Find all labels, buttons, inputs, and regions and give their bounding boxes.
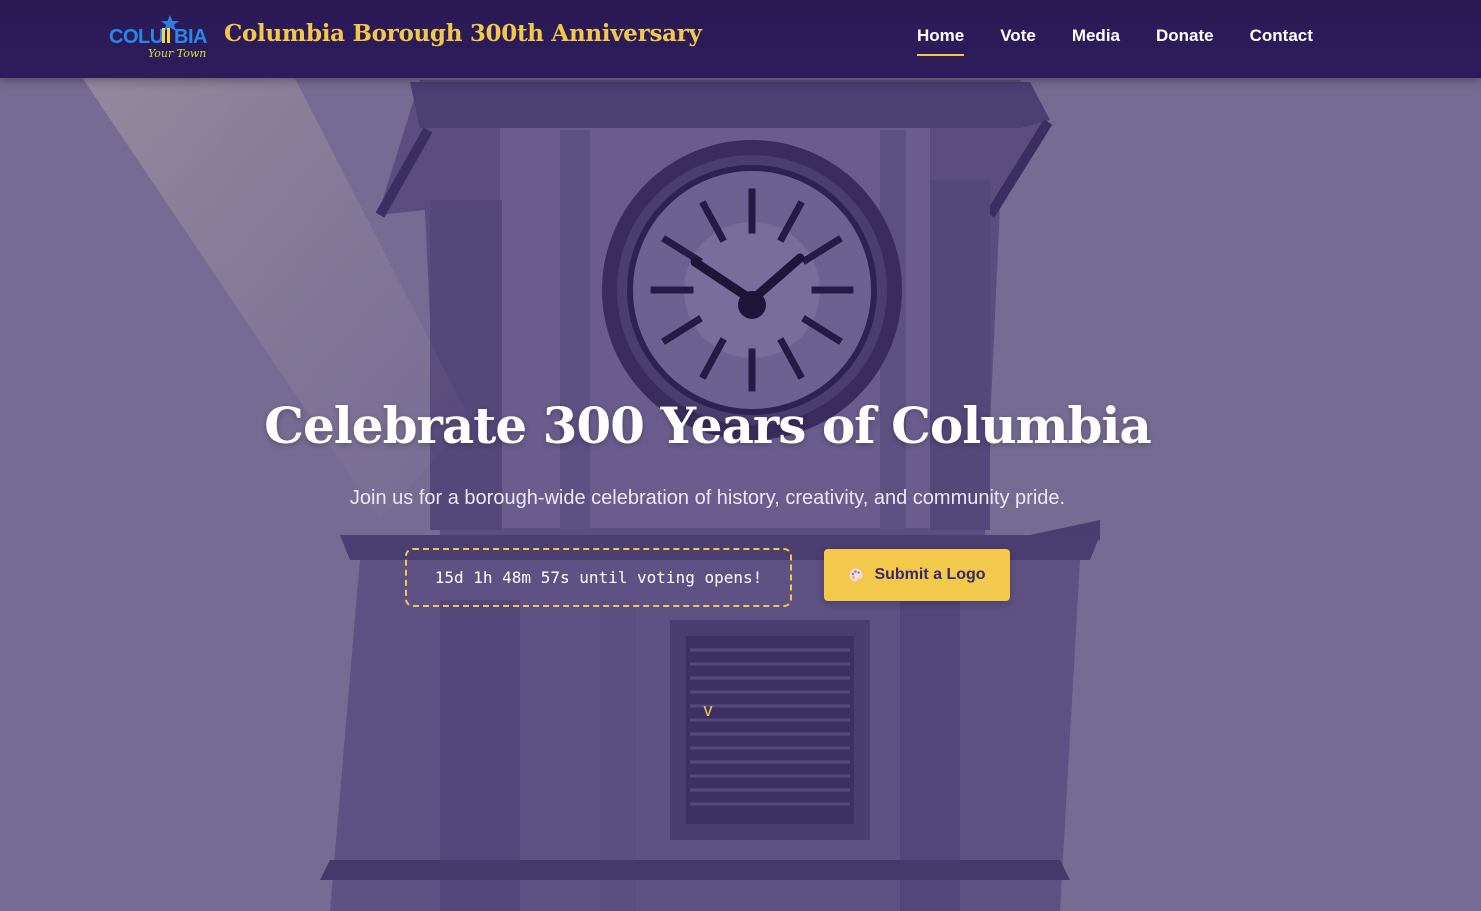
voting-countdown: 15d 1h 48m 57s until voting opens! xyxy=(405,548,792,607)
nav-media[interactable]: Media xyxy=(1072,26,1120,58)
svg-text:Your Town: Your Town xyxy=(148,47,206,60)
top-navbar: COLU BIA Your Town Columbia Borough 300t… xyxy=(0,0,1481,78)
main-nav: Home Vote Media Donate Contact xyxy=(917,26,1313,58)
nav-home[interactable]: Home xyxy=(917,26,965,58)
scroll-down-indicator[interactable]: v xyxy=(698,700,718,722)
palette-icon xyxy=(849,568,864,582)
submit-logo-button[interactable]: Submit a Logo xyxy=(824,549,1010,601)
svg-text:COLU: COLU xyxy=(109,26,164,48)
hero-subtitle: Join us for a borough-wide celebration o… xyxy=(349,487,1066,509)
countdown-text: 15d 1h 48m 57s until voting opens! xyxy=(434,568,763,587)
nav-donate[interactable]: Donate xyxy=(1156,26,1214,58)
svg-text:BIA: BIA xyxy=(174,26,207,48)
hero-section xyxy=(0,0,1481,911)
columbia-logo[interactable]: COLU BIA Your Town xyxy=(108,12,210,64)
submit-logo-label: Submit a Logo xyxy=(874,566,986,583)
hero-title: Celebrate 300 Years of Columbia xyxy=(264,396,1152,455)
nav-contact[interactable]: Contact xyxy=(1250,26,1313,58)
site-title[interactable]: Columbia Borough 300th Anniversary xyxy=(224,20,702,47)
nav-vote[interactable]: Vote xyxy=(1000,26,1036,58)
clock-tower-background xyxy=(320,80,1100,911)
